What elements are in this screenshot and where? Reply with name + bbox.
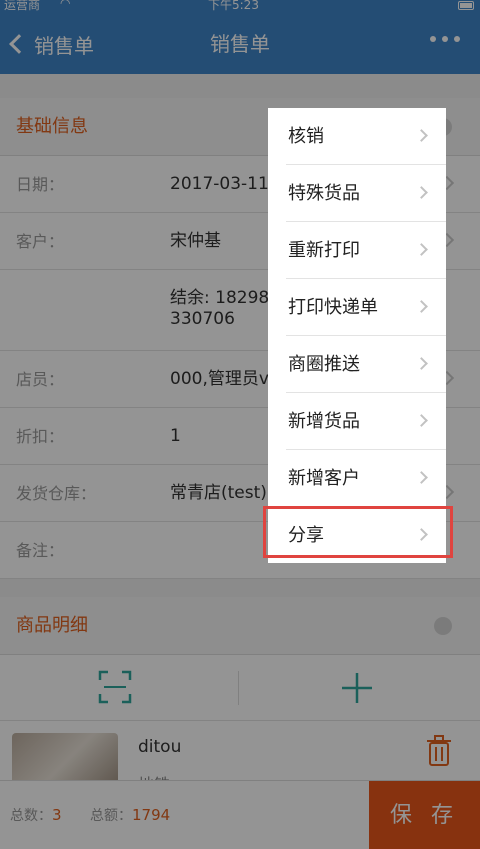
chevron-right-icon: [415, 129, 428, 142]
chevron-right-icon: [415, 471, 428, 484]
more-menu: 核销 特殊货品 重新打印 打印快递单 商圈推送 新增货品 新增客户 分享: [268, 108, 446, 563]
chevron-right-icon: [415, 528, 428, 541]
menu-item-label: 核销: [288, 126, 324, 147]
menu-item-label: 商圈推送: [288, 354, 360, 375]
menu-item-print-express[interactable]: 打印快递单: [286, 279, 446, 336]
menu-item-new-goods[interactable]: 新增货品: [286, 393, 446, 450]
menu-item-label: 重新打印: [288, 240, 360, 261]
menu-item-special-goods[interactable]: 特殊货品: [286, 165, 446, 222]
chevron-right-icon: [415, 300, 428, 313]
menu-item-label: 特殊货品: [288, 183, 360, 204]
menu-item-reprint[interactable]: 重新打印: [286, 222, 446, 279]
menu-item-label: 新增客户: [288, 468, 360, 489]
chevron-right-icon: [415, 243, 428, 256]
chevron-right-icon: [415, 186, 428, 199]
chevron-right-icon: [415, 414, 428, 427]
menu-item-label: 打印快递单: [288, 297, 378, 318]
menu-item-new-customer[interactable]: 新增客户: [286, 450, 446, 507]
chevron-right-icon: [415, 357, 428, 370]
menu-item-label: 新增货品: [288, 411, 360, 432]
menu-item-label: 分享: [288, 525, 324, 546]
menu-item-verify[interactable]: 核销: [286, 108, 446, 165]
menu-item-share[interactable]: 分享: [286, 507, 446, 564]
menu-item-push[interactable]: 商圈推送: [286, 336, 446, 393]
